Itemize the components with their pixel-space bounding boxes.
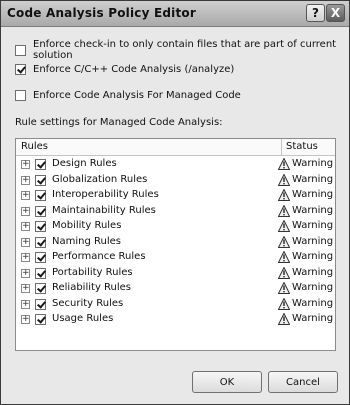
rule-row[interactable]: + Performance Rules Warning bbox=[16, 250, 335, 265]
help-icon: ? bbox=[312, 6, 319, 20]
rule-name: Design Rules bbox=[52, 158, 117, 169]
rule-row[interactable]: + Usage Rules Warning bbox=[16, 312, 335, 327]
expand-icon[interactable]: + bbox=[21, 299, 30, 309]
rule-status[interactable]: Warning bbox=[292, 220, 333, 231]
checkbox-enforce-solution-files[interactable] bbox=[15, 44, 26, 56]
rule-checkbox[interactable] bbox=[35, 174, 46, 186]
rule-row[interactable]: + Portability Rules Warning bbox=[16, 266, 335, 281]
rule-checkbox[interactable] bbox=[35, 314, 46, 325]
rule-name: Mobility Rules bbox=[52, 220, 122, 231]
rule-status[interactable]: Warning bbox=[292, 267, 333, 278]
column-header-status[interactable]: Status bbox=[286, 141, 318, 152]
rules-list[interactable]: Rules Status + Design Rules Warning + Global… bbox=[15, 138, 336, 351]
rules-list-header: Rules Status bbox=[16, 139, 335, 156]
rule-name: Globalization Rules bbox=[52, 173, 148, 185]
close-icon: X bbox=[330, 6, 341, 20]
rule-status[interactable]: Warning bbox=[292, 158, 333, 169]
rule-checkbox[interactable] bbox=[35, 252, 46, 263]
rules-section-label: Rule settings for Managed Code Analysis: bbox=[15, 117, 223, 128]
help-button[interactable]: ? bbox=[306, 4, 325, 22]
warning-icon bbox=[278, 173, 290, 186]
rule-row[interactable]: + Mobility Rules Warning bbox=[16, 219, 335, 234]
rule-row[interactable]: + Design Rules Warning bbox=[16, 157, 335, 172]
warning-icon bbox=[278, 189, 290, 201]
column-divider[interactable] bbox=[281, 139, 282, 155]
rule-checkbox[interactable] bbox=[35, 190, 46, 201]
rule-name: Security Rules bbox=[52, 297, 124, 309]
option-label: Enforce C/C++ Code Analysis (/analyze) bbox=[33, 64, 235, 75]
checkbox-enforce-managed-analysis[interactable] bbox=[15, 90, 26, 101]
warning-icon bbox=[278, 235, 290, 248]
rule-status[interactable]: Warning bbox=[292, 174, 333, 185]
warning-icon bbox=[278, 297, 290, 310]
rule-checkbox[interactable] bbox=[35, 283, 46, 294]
dialog-title: Code Analysis Policy Editor bbox=[7, 6, 196, 20]
option-label: Enforce Code Analysis For Managed Code bbox=[33, 90, 241, 101]
rule-status[interactable]: Warning bbox=[292, 189, 333, 200]
expand-icon[interactable]: + bbox=[21, 191, 30, 200]
column-header-rules[interactable]: Rules bbox=[21, 141, 48, 152]
warning-icon bbox=[278, 266, 290, 279]
rule-status[interactable]: Warning bbox=[292, 282, 333, 293]
rule-name: Maintainability Rules bbox=[52, 204, 156, 216]
rule-name: Portability Rules bbox=[52, 266, 133, 278]
rule-checkbox[interactable] bbox=[35, 267, 46, 279]
expand-icon[interactable]: + bbox=[21, 253, 30, 262]
rule-row[interactable]: + Globalization Rules Warning bbox=[16, 173, 335, 188]
expand-icon[interactable]: + bbox=[21, 268, 30, 278]
rule-status[interactable]: Warning bbox=[292, 313, 333, 324]
dialog-window: Code Analysis Policy Editor ? X Enforce … bbox=[0, 0, 350, 405]
rule-name: Performance Rules bbox=[52, 251, 146, 262]
rule-checkbox[interactable] bbox=[35, 298, 46, 310]
rule-checkbox[interactable] bbox=[35, 221, 46, 232]
rule-status[interactable]: Warning bbox=[292, 205, 333, 216]
rule-checkbox[interactable] bbox=[35, 205, 46, 217]
expand-icon[interactable]: + bbox=[21, 160, 30, 169]
rule-name: Interoperability Rules bbox=[52, 189, 159, 200]
expand-icon[interactable]: + bbox=[21, 315, 30, 324]
warning-icon bbox=[278, 313, 290, 325]
rule-checkbox[interactable] bbox=[35, 159, 46, 170]
rule-name: Usage Rules bbox=[52, 313, 114, 324]
rule-row[interactable]: + Security Rules Warning bbox=[16, 297, 335, 312]
expand-icon[interactable]: + bbox=[21, 222, 30, 231]
rule-row[interactable]: + Interoperability Rules Warning bbox=[16, 188, 335, 203]
ok-button[interactable]: OK bbox=[192, 371, 262, 393]
warning-icon bbox=[278, 204, 290, 217]
warning-icon bbox=[278, 158, 290, 170]
expand-icon[interactable]: + bbox=[21, 284, 30, 293]
cancel-button[interactable]: Cancel bbox=[268, 371, 338, 393]
option-label: Enforce check-in to only contain files t… bbox=[33, 39, 337, 61]
rule-row[interactable]: + Maintainability Rules Warning bbox=[16, 204, 335, 219]
rule-name: Reliability Rules bbox=[52, 282, 132, 293]
warning-icon bbox=[278, 282, 290, 294]
expand-icon[interactable]: + bbox=[21, 237, 30, 247]
rule-status[interactable]: Warning bbox=[292, 236, 333, 247]
rule-row[interactable]: + Naming Rules Warning bbox=[16, 235, 335, 250]
option-enforce-cpp-analysis[interactable]: Enforce C/C++ Code Analysis (/analyze) bbox=[15, 64, 234, 75]
title-bar: Code Analysis Policy Editor ? X bbox=[1, 1, 349, 27]
option-enforce-solution-files[interactable]: Enforce check-in to only contain files t… bbox=[15, 39, 349, 61]
rule-status[interactable]: Warning bbox=[292, 298, 333, 309]
rule-row[interactable]: + Reliability Rules Warning bbox=[16, 281, 335, 296]
rule-name: Naming Rules bbox=[52, 235, 121, 247]
expand-icon[interactable]: + bbox=[21, 206, 30, 216]
option-enforce-managed-analysis[interactable]: Enforce Code Analysis For Managed Code bbox=[15, 90, 241, 101]
rule-checkbox[interactable] bbox=[35, 236, 46, 248]
rule-status[interactable]: Warning bbox=[292, 251, 333, 262]
warning-icon bbox=[278, 251, 290, 263]
expand-icon[interactable]: + bbox=[21, 175, 30, 185]
checkbox-enforce-cpp-analysis[interactable] bbox=[15, 64, 26, 75]
warning-icon bbox=[278, 220, 290, 232]
close-button[interactable]: X bbox=[326, 4, 345, 22]
